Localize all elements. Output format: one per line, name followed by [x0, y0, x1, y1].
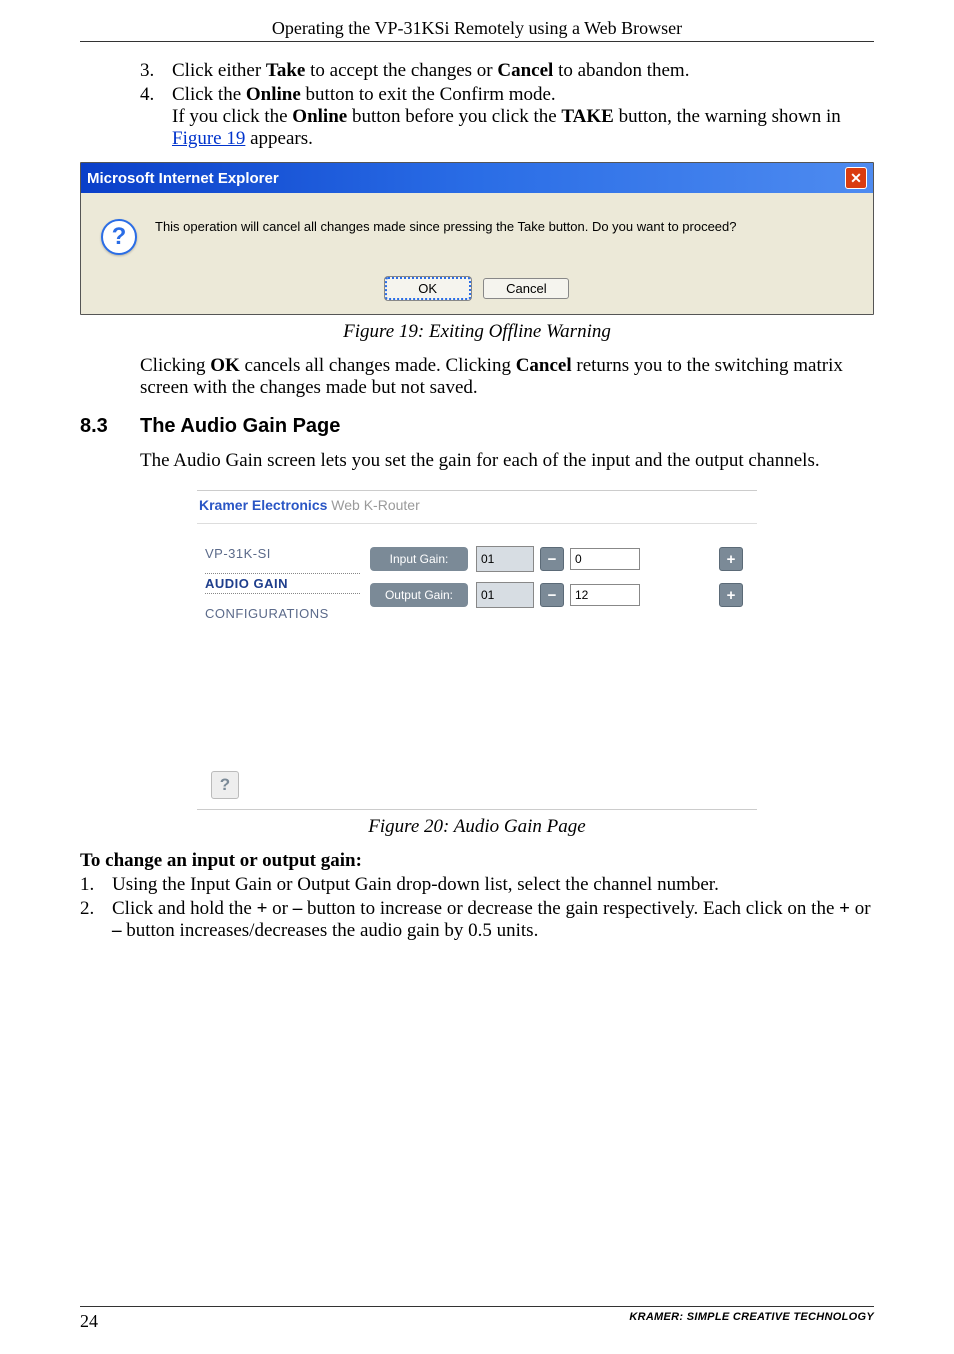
step-3-text: Click either Take to accept the changes … — [172, 60, 874, 82]
proc-2-number: 2. — [80, 898, 112, 942]
nav-audio-gain[interactable]: AUDIO GAIN — [205, 573, 360, 594]
paragraph-after-fig19: Clicking OK cancels all changes made. Cl… — [140, 355, 874, 399]
input-minus-button[interactable]: − — [540, 547, 564, 571]
input-gain-value[interactable] — [570, 548, 640, 570]
page-running-header: Operating the VP-31KSi Remotely using a … — [80, 18, 874, 41]
header-rule — [80, 41, 874, 42]
figure-20-caption: Figure 20: Audio Gain Page — [80, 816, 874, 838]
online-word: Online — [246, 84, 301, 105]
minus-word: – — [293, 898, 303, 919]
help-button[interactable]: ? — [211, 771, 239, 799]
input-plus-button[interactable]: + — [719, 547, 743, 571]
output-channel-select[interactable] — [476, 582, 534, 608]
ok-button[interactable]: OK — [385, 277, 471, 300]
gain-controls: Input Gain: − + Output Gain: − + — [360, 546, 749, 799]
text: Click either — [172, 60, 266, 81]
input-channel-select[interactable] — [476, 546, 534, 572]
text: to accept the changes or — [305, 60, 497, 81]
text: cancels all changes made. Clicking — [240, 355, 516, 376]
text: button to increase or decrease the gain … — [302, 898, 839, 919]
text: button before you click the — [347, 106, 561, 127]
ok-word: OK — [210, 355, 240, 376]
brand-label: Kramer Electronics — [199, 497, 327, 513]
cancel-word: Cancel — [497, 60, 553, 81]
figure-19-link[interactable]: Figure 19 — [172, 128, 245, 149]
proc-2-text: Click and hold the + or – button to incr… — [112, 898, 874, 942]
text: button to exit the Confirm mode. — [301, 84, 556, 105]
sidebar-nav: VP-31K-SI AUDIO GAIN CONFIGURATIONS ? — [205, 546, 360, 799]
text: If you click the — [172, 106, 292, 127]
step-4-text: Click the Online button to exit the Conf… — [172, 84, 874, 150]
output-gain-value[interactable] — [570, 584, 640, 606]
proc-step-2: 2. Click and hold the + or – button to i… — [80, 898, 874, 942]
figure-19-caption: Figure 19: Exiting Offline Warning — [80, 321, 874, 343]
text: Clicking — [140, 355, 210, 376]
section-8-3-heading: 8.3 The Audio Gain Page — [80, 415, 874, 438]
text: to abandon them. — [553, 60, 689, 81]
input-gain-label: Input Gain: — [370, 547, 468, 571]
dialog-message: This operation will cancel all changes m… — [155, 219, 737, 234]
text: or — [850, 898, 871, 919]
output-minus-button[interactable]: − — [540, 583, 564, 607]
nav-vp31ksi[interactable]: VP-31K-SI — [205, 546, 360, 561]
question-icon: ? — [101, 219, 137, 255]
proc-step-1: 1. Using the Input Gain or Output Gain d… — [80, 874, 874, 896]
text: appears. — [245, 128, 313, 149]
footer-text: KRAMER: SIMPLE CREATIVE TECHNOLOGY — [629, 1311, 874, 1332]
section-intro: The Audio Gain screen lets you set the g… — [140, 450, 874, 472]
cancel-word: Cancel — [516, 355, 572, 376]
dialog-title: Microsoft Internet Explorer — [87, 170, 279, 187]
section-number: 8.3 — [80, 415, 140, 438]
page-footer: 24 KRAMER: SIMPLE CREATIVE TECHNOLOGY — [80, 1306, 874, 1332]
audio-gain-screenshot: Kramer Electronics Web K-Router VP-31K-S… — [197, 490, 757, 810]
take-word: TAKE — [561, 106, 613, 127]
nav-configurations[interactable]: CONFIGURATIONS — [205, 606, 360, 621]
step-4-number: 4. — [140, 84, 172, 150]
kramer-header: Kramer Electronics Web K-Router — [197, 491, 757, 524]
text: Click and hold the — [112, 898, 257, 919]
step-3: 3. Click either Take to accept the chang… — [140, 60, 874, 82]
cancel-button[interactable]: Cancel — [483, 278, 569, 299]
subtitle: Web K-Router — [327, 497, 419, 513]
ie-confirm-dialog: Microsoft Internet Explorer ✕ ? This ope… — [80, 162, 874, 315]
output-gain-row: Output Gain: − + — [370, 582, 749, 608]
procedure-heading: To change an input or output gain: — [80, 850, 874, 872]
page-number: 24 — [80, 1311, 98, 1332]
text: button increases/decreases the audio gai… — [122, 920, 539, 941]
text: button, the warning shown in — [614, 106, 841, 127]
text: or — [267, 898, 292, 919]
minus-word: – — [112, 920, 122, 941]
take-word: Take — [266, 60, 305, 81]
online-word: Online — [292, 106, 347, 127]
step-3-number: 3. — [140, 60, 172, 82]
text: Click the — [172, 84, 246, 105]
plus-word: + — [839, 898, 850, 919]
output-plus-button[interactable]: + — [719, 583, 743, 607]
plus-word: + — [257, 898, 268, 919]
proc-1-number: 1. — [80, 874, 112, 896]
input-gain-row: Input Gain: − + — [370, 546, 749, 572]
dialog-titlebar: Microsoft Internet Explorer ✕ — [81, 163, 873, 193]
proc-1-text: Using the Input Gain or Output Gain drop… — [112, 874, 874, 896]
close-icon[interactable]: ✕ — [845, 167, 867, 189]
output-gain-label: Output Gain: — [370, 583, 468, 607]
step-4: 4. Click the Online button to exit the C… — [140, 84, 874, 150]
section-title: The Audio Gain Page — [140, 415, 340, 438]
